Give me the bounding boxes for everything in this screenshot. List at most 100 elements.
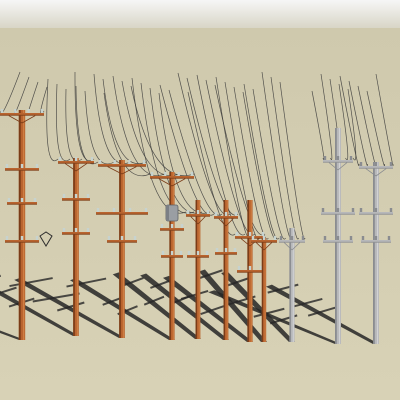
pole-shaft-shade <box>289 228 291 342</box>
insulator <box>323 156 327 160</box>
crossarm-shade <box>107 241 137 243</box>
insulator <box>74 194 78 198</box>
insulator <box>196 251 200 255</box>
crossarm-shade <box>361 241 391 243</box>
crossarm-shade <box>5 241 39 243</box>
pole-shaft-shade <box>73 158 75 336</box>
crossarm-shade <box>62 199 90 201</box>
insulator <box>374 208 378 212</box>
crossarm-shade <box>186 215 210 217</box>
insulator <box>177 172 180 176</box>
insulator <box>186 210 190 214</box>
crossarm-shade <box>161 256 183 258</box>
crossarm-shade <box>279 241 305 243</box>
insulator <box>349 236 353 240</box>
insulator <box>142 160 146 164</box>
crossarm-shade <box>251 241 277 243</box>
insulator <box>20 236 24 240</box>
insulator <box>128 208 132 212</box>
insulator <box>74 228 78 232</box>
insulator <box>248 232 252 236</box>
insulator <box>290 236 294 240</box>
insulator <box>262 236 266 240</box>
insulator <box>62 228 66 232</box>
insulator <box>74 157 78 161</box>
insulator <box>164 172 167 176</box>
crossarm-shade <box>62 233 90 235</box>
pole-shaft-highlight <box>122 160 124 338</box>
crossarm-shade <box>237 271 263 273</box>
insulator <box>248 266 252 270</box>
pole-shaft-highlight <box>292 228 294 342</box>
insulator <box>387 236 391 240</box>
pole-shaft-shade <box>119 160 121 338</box>
insulator <box>389 162 393 166</box>
insulator <box>374 236 378 240</box>
insulator <box>144 208 148 212</box>
pole-shaft-shade <box>195 200 198 339</box>
insulator <box>336 236 340 240</box>
insulator <box>214 212 218 216</box>
insulator <box>237 266 241 270</box>
crossarm-shade <box>235 237 265 239</box>
insulator <box>5 236 9 240</box>
insulator <box>62 194 66 198</box>
insulator <box>107 236 111 240</box>
insulator <box>359 208 363 212</box>
crossarm-shade <box>359 167 393 169</box>
insulator <box>187 251 191 255</box>
insulator <box>35 236 39 240</box>
insulator <box>235 232 239 236</box>
pole-shaft-highlight <box>226 200 228 340</box>
crossarm-shade <box>323 241 353 243</box>
insulator <box>58 157 62 161</box>
crossarm-shade <box>0 114 44 116</box>
insulator <box>374 162 378 166</box>
insulator <box>20 198 24 202</box>
sky <box>0 0 400 30</box>
pole-shaft-shade <box>18 110 21 340</box>
insulator <box>128 160 131 164</box>
insulator <box>301 236 305 240</box>
insulator <box>321 208 325 212</box>
insulator <box>150 172 154 176</box>
insulator <box>170 251 174 255</box>
insulator <box>205 251 209 255</box>
insulator <box>361 236 365 240</box>
insulator <box>336 208 340 212</box>
crossarm-shade <box>160 229 184 231</box>
crossarm-shade <box>187 256 209 258</box>
pole-shaft-highlight <box>376 162 379 344</box>
insulator <box>206 210 210 214</box>
insulator <box>27 109 30 113</box>
insulator <box>160 224 164 228</box>
crossarm-shade <box>96 213 148 215</box>
insulator <box>112 208 116 212</box>
insulator <box>389 208 393 212</box>
insulator <box>251 236 255 240</box>
insulator <box>261 232 265 236</box>
pole-shaft-highlight <box>264 238 266 342</box>
crossarm-shade <box>323 161 353 163</box>
insulator <box>33 198 37 202</box>
insulator <box>40 109 44 113</box>
crossarm-shade <box>321 213 355 215</box>
crossarm-shade <box>359 213 393 215</box>
insulator <box>234 212 238 216</box>
insulator <box>190 172 194 176</box>
crossarm-shade <box>58 162 94 164</box>
insulator <box>86 228 90 232</box>
insulator <box>180 224 184 228</box>
insulator <box>7 198 11 202</box>
insulator <box>349 156 353 160</box>
insulator <box>96 208 100 212</box>
crossarm-shade <box>215 253 237 255</box>
insulator <box>233 248 237 252</box>
insulator <box>279 236 283 240</box>
insulator <box>14 109 17 113</box>
insulator <box>170 224 174 228</box>
insulator <box>113 160 116 164</box>
pole-shaft-shade <box>261 238 264 342</box>
crossarm-shade <box>5 169 39 171</box>
insulator <box>120 236 124 240</box>
